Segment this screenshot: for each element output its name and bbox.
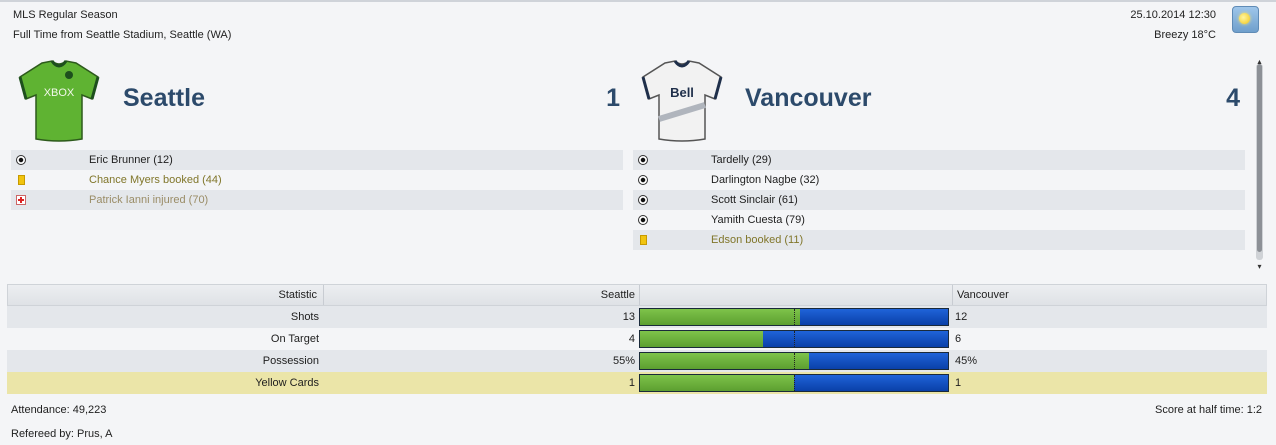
yellow-card-icon (640, 235, 647, 245)
stat-label: On Target (270, 333, 319, 345)
table-row: On Target 4 6 (7, 328, 1267, 350)
stat-comparison-bar (639, 308, 949, 326)
table-row: Yellow Cards 1 1 (7, 372, 1267, 394)
stat-home-fill (640, 331, 764, 347)
stat-bar-midline (794, 375, 795, 391)
stat-home-value: 4 (628, 333, 635, 345)
events-scrollbar[interactable]: ▲ ▾ (1255, 59, 1264, 272)
attendance-label: Attendance: 49,223 (11, 404, 107, 416)
list-item: Darlington Nagbe (32) (633, 170, 1245, 190)
stats-header-home[interactable]: Seattle (324, 285, 640, 305)
event-text[interactable]: Yamith Cuesta (79) (711, 210, 805, 230)
match-status-line: Full Time from Seattle Stadium, Seattle … (13, 29, 232, 41)
stat-home-value: 1 (628, 377, 635, 389)
list-item: Scott Sinclair (61) (633, 190, 1245, 210)
stat-away-value: 12 (955, 311, 968, 323)
table-row: Shots 13 12 (7, 306, 1267, 328)
event-text[interactable]: Edson booked (11) (711, 230, 803, 250)
goal-icon (16, 155, 26, 165)
stat-label: Shots (290, 311, 319, 323)
stat-bar-midline (794, 309, 795, 325)
stat-away-value: 1 (955, 377, 962, 389)
svg-text:Bell: Bell (670, 85, 694, 100)
list-item: Chance Myers booked (44) (11, 170, 623, 190)
sun-icon (1232, 6, 1259, 33)
stat-home-fill (640, 375, 794, 391)
referee-label: Refereed by: Prus, A (11, 428, 113, 440)
stat-away-fill (763, 331, 948, 347)
event-text[interactable]: Tardelly (29) (711, 150, 772, 170)
stat-away-fill (800, 309, 948, 325)
stat-home-value: 55% (612, 355, 635, 367)
away-shirt-icon: Bell (641, 59, 723, 143)
stat-comparison-bar (639, 374, 949, 392)
stat-comparison-bar (639, 352, 949, 370)
stat-home-fill (640, 353, 810, 369)
event-text[interactable]: Patrick Ianni injured (70) (89, 190, 208, 210)
list-item: Yamith Cuesta (79) (633, 210, 1245, 230)
event-text[interactable]: Eric Brunner (12) (89, 150, 173, 170)
away-team-name[interactable]: Vancouver (745, 84, 871, 113)
home-team-name[interactable]: Seattle (123, 84, 205, 113)
stat-away-value: 45% (955, 355, 978, 367)
stats-header-bar (640, 285, 953, 305)
top-divider (0, 0, 1276, 2)
scroll-thumb[interactable] (1257, 64, 1262, 252)
half-time-score-label: Score at half time: 1:2 (1155, 404, 1262, 416)
goal-icon (638, 195, 648, 205)
goal-icon (638, 215, 648, 225)
away-events-list: Tardelly (29) Darlington Nagbe (32) Scot… (633, 150, 1245, 250)
svg-text:XBOX: XBOX (44, 87, 75, 99)
list-item: Eric Brunner (12) (11, 150, 623, 170)
list-item: Patrick Ianni injured (70) (11, 190, 623, 210)
list-item: Edson booked (11) (633, 230, 1245, 250)
competition-label: MLS Regular Season (13, 9, 118, 21)
away-score: 4 (1226, 84, 1240, 112)
weather-label: Breezy 18°C (1154, 29, 1216, 41)
stat-home-fill (640, 309, 801, 325)
stat-away-fill (794, 375, 948, 391)
stat-label: Possession (262, 355, 319, 367)
event-text[interactable]: Chance Myers booked (44) (89, 170, 222, 190)
event-text[interactable]: Scott Sinclair (61) (711, 190, 798, 210)
stats-header-row: Statistic Seattle Vancouver (7, 284, 1267, 306)
stat-away-fill (809, 353, 948, 369)
injury-icon (16, 195, 26, 205)
stats-header-statistic[interactable]: Statistic (8, 285, 324, 305)
stats-header-away[interactable]: Vancouver (957, 285, 1009, 305)
stat-label: Yellow Cards (255, 377, 319, 389)
stat-away-value: 6 (955, 333, 962, 345)
stat-comparison-bar (639, 330, 949, 348)
scroll-track[interactable] (1256, 64, 1263, 260)
list-item: Tardelly (29) (633, 150, 1245, 170)
event-text[interactable]: Darlington Nagbe (32) (711, 170, 819, 190)
stat-bar-midline (794, 353, 795, 369)
scroll-down-arrow-icon[interactable]: ▾ (1255, 263, 1264, 271)
home-events-list: Eric Brunner (12) Chance Myers booked (4… (11, 150, 623, 210)
yellow-card-icon (18, 175, 25, 185)
goal-icon (638, 155, 648, 165)
match-datetime: 25.10.2014 12:30 (1130, 9, 1216, 21)
stat-home-value: 13 (622, 311, 635, 323)
table-row: Possession 55% 45% (7, 350, 1267, 372)
goal-icon (638, 175, 648, 185)
stat-bar-midline (794, 331, 795, 347)
match-stats-table: Statistic Seattle Vancouver Shots 13 12 On … (7, 284, 1267, 394)
home-shirt-icon: XBOX (18, 59, 100, 143)
home-score: 1 (606, 84, 620, 112)
